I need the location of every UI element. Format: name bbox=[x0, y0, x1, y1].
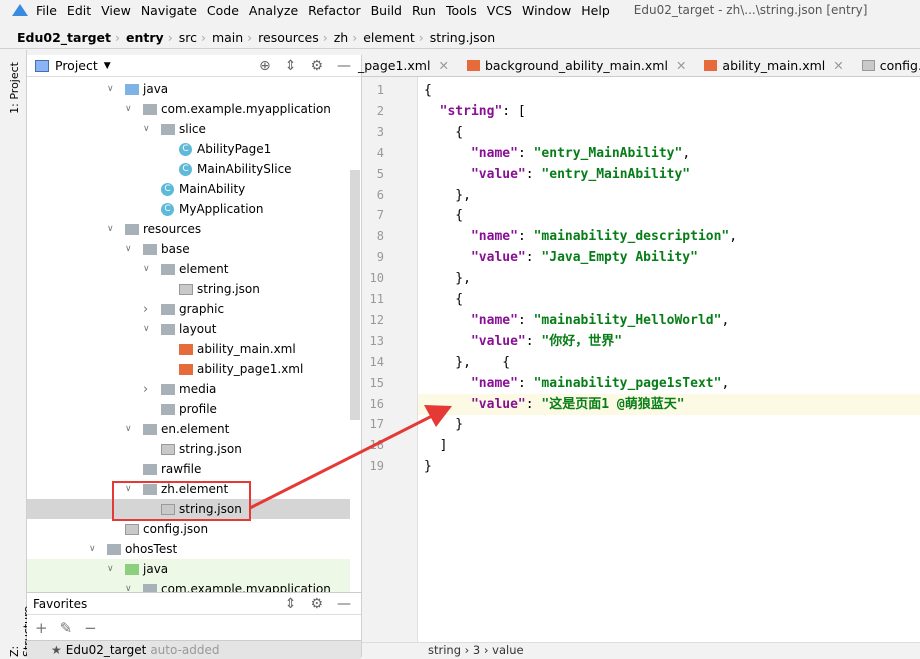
arrow-line bbox=[249, 414, 433, 510]
arrow-head bbox=[424, 405, 452, 427]
annotation-arrow bbox=[249, 405, 452, 510]
